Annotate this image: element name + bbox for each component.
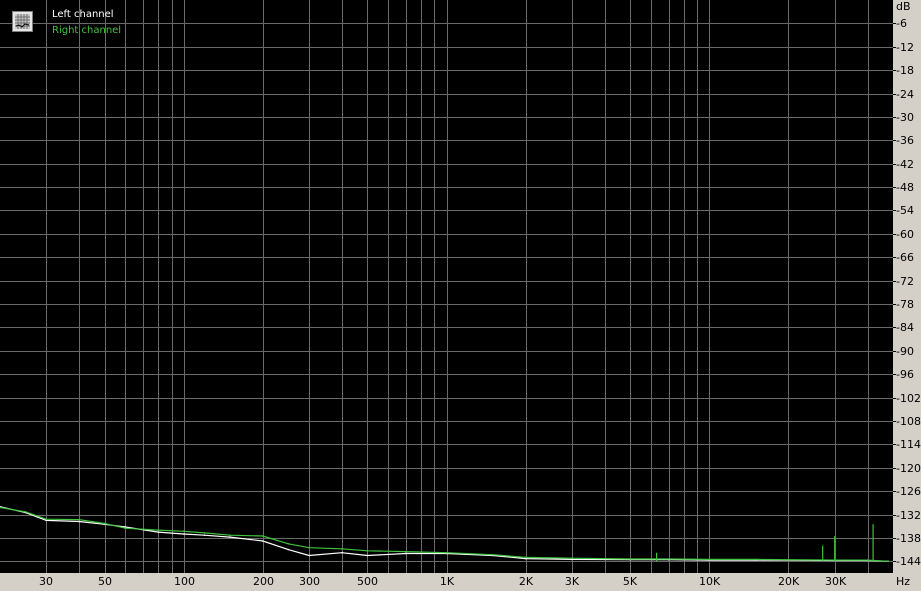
data-point	[203, 534, 206, 536]
spectrum-plot-area: Left channel Right channel	[0, 0, 893, 573]
y-tick-label: -72	[896, 275, 914, 288]
data-point	[629, 558, 631, 560]
x-tick-label: 20K	[778, 575, 800, 588]
x-tick-label: 500	[357, 575, 378, 588]
data-point	[366, 554, 369, 557]
data-point	[405, 552, 407, 555]
data-point	[24, 511, 27, 513]
y-tick-label: -138	[896, 532, 921, 545]
data-point	[287, 543, 290, 545]
data-point	[405, 550, 407, 553]
y-tick-label: -132	[896, 509, 921, 522]
y-tick-label: -120	[896, 462, 921, 475]
y-tick-label: -114	[896, 438, 921, 451]
x-tick-label: 5K	[622, 575, 638, 588]
data-point	[366, 550, 369, 552]
data-point	[445, 551, 448, 554]
data-point	[571, 557, 573, 559]
data-point	[887, 560, 890, 563]
y-tick-label: -42	[896, 158, 914, 171]
data-point	[708, 558, 711, 561]
y-tick-label: -30	[896, 111, 914, 124]
y-tick-label: -54	[896, 204, 914, 217]
data-point	[103, 522, 106, 525]
x-tick-label: 100	[174, 575, 195, 588]
y-tick-label: -6	[896, 17, 907, 30]
data-point	[262, 535, 264, 537]
data-point	[866, 559, 869, 561]
y-unit-label: dB	[896, 0, 911, 13]
y-tick-label: -36	[896, 134, 914, 147]
data-point	[182, 533, 185, 535]
y-tick-label: -144	[896, 555, 921, 568]
data-point	[524, 556, 527, 559]
data-point	[45, 518, 48, 520]
chart-settings-icon[interactable]	[12, 11, 33, 32]
x-tick-label: 1K	[439, 575, 455, 588]
y-tick-label: -102	[896, 392, 921, 405]
y-tick-label: -90	[896, 345, 914, 358]
y-tick-label: -78	[896, 298, 914, 311]
legend-left-channel: Left channel	[52, 9, 114, 20]
y-tick-label: -108	[896, 415, 921, 428]
x-tick-label: 50	[98, 575, 112, 588]
y-tick-label: -18	[896, 64, 914, 77]
x-tick-label: 3K	[564, 575, 580, 588]
data-point	[78, 518, 80, 521]
y-axis: dB -6 -12 -18 -24 -30 -36 -42 -48 -54 -60 -66 -72 -7…	[893, 0, 921, 573]
y-tick-label: -24	[896, 88, 914, 101]
spectrum-chart	[0, 0, 893, 573]
data-point	[787, 558, 790, 561]
data-point	[229, 536, 231, 538]
y-tick-label: -84	[896, 321, 914, 334]
x-tick-label: 10K	[699, 575, 721, 588]
legend-right-channel: Right channel	[52, 25, 122, 36]
x-tick-label: 30	[39, 575, 53, 588]
x-tick-label: 300	[299, 575, 320, 588]
y-tick-label: -48	[896, 181, 914, 194]
y-tick-label: -60	[896, 228, 914, 241]
x-unit-label: Hz	[896, 575, 911, 588]
data-point	[229, 534, 231, 536]
x-axis: Hz 30 50 100 200 300 500 1K 2K 3K 5K 10K 20K 30K	[0, 573, 921, 591]
x-tick-label: 200	[253, 575, 274, 588]
data-point	[308, 546, 310, 549]
data-point	[492, 553, 494, 556]
data-point	[341, 551, 343, 554]
x-tick-label: 2K	[518, 575, 534, 588]
data-point	[157, 531, 159, 533]
data-point	[287, 548, 290, 551]
data-point	[78, 520, 80, 523]
data-point	[341, 548, 343, 550]
y-tick-label: -12	[896, 41, 914, 54]
data-point	[157, 529, 159, 531]
y-tick-label: -126	[896, 485, 921, 498]
data-point	[754, 558, 757, 561]
y-tick-label: -96	[896, 368, 914, 381]
data-point	[667, 558, 670, 560]
data-point	[262, 540, 264, 542]
x-tick-label: 30K	[825, 575, 847, 588]
data-point	[124, 527, 127, 529]
data-point	[308, 554, 310, 557]
y-tick-label: -66	[896, 251, 914, 264]
data-point	[203, 532, 206, 534]
data-point	[182, 530, 185, 533]
